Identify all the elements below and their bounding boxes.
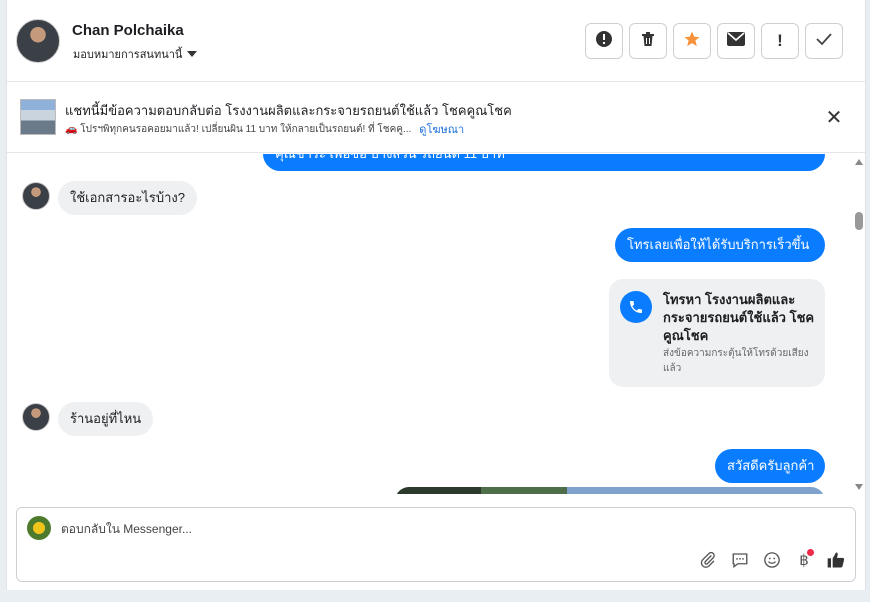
outgoing-message: โทรเลยเพื่อให้ได้รับบริการเร็วขึ้น bbox=[615, 228, 825, 262]
check-icon bbox=[816, 32, 832, 51]
exclamation-icon: ! bbox=[777, 31, 783, 50]
mail-icon bbox=[727, 31, 745, 51]
mark-done-button[interactable] bbox=[805, 23, 843, 59]
follow-up-button[interactable]: ! bbox=[761, 23, 799, 59]
thumbs-up-icon[interactable] bbox=[825, 549, 847, 571]
scroll-up-arrow-icon[interactable] bbox=[855, 159, 863, 165]
delete-button[interactable] bbox=[629, 23, 667, 59]
incoming-message: ร้านอยู่ที่ไหน bbox=[58, 402, 154, 436]
composer-tools: ฿ bbox=[697, 549, 847, 571]
outgoing-photo-partial[interactable] bbox=[395, 487, 825, 494]
scroll-down-arrow-icon[interactable] bbox=[855, 484, 863, 490]
sender-avatar bbox=[22, 182, 50, 210]
saved-replies-icon[interactable] bbox=[729, 549, 751, 571]
reply-composer: ฿ bbox=[16, 507, 856, 582]
notice-subtitle: 🚗 โปรฯพิทุกคนรอคอยมาแล้ว! เปลี่ยนผิน 11 … bbox=[65, 123, 412, 135]
scrollbar-thumb[interactable] bbox=[855, 212, 863, 230]
notice-subtitle-row: 🚗 โปรฯพิทุกคนรอคอยมาแล้ว! เปลี่ยนผิน 11 … bbox=[65, 120, 464, 138]
reply-input[interactable] bbox=[61, 520, 661, 538]
assign-conversation-dropdown[interactable]: มอบหมายการสนทนานี้ bbox=[73, 45, 198, 63]
outgoing-message: สวัสดีครับลูกค้า bbox=[715, 449, 825, 483]
trash-icon bbox=[640, 31, 656, 52]
ad-reply-notice: แชทนี้มีข้อความตอบกลับต่อ โรงงานผลิตและก… bbox=[7, 83, 865, 153]
star-icon bbox=[683, 30, 701, 53]
incoming-message: ใช้เอกสารอะไรบ้าง? bbox=[58, 181, 197, 215]
header-actions: ! bbox=[585, 23, 843, 59]
emoji-icon[interactable] bbox=[761, 549, 783, 571]
page-avatar[interactable] bbox=[27, 516, 51, 540]
star-button[interactable] bbox=[673, 23, 711, 59]
close-icon[interactable]: ✕ bbox=[823, 107, 845, 129]
conversation-panel: Chan Polchaika มอบหมายการสนทนานี้ ! แชทน… bbox=[6, 0, 866, 590]
view-ad-link[interactable]: ดูโฆษณา bbox=[419, 120, 464, 138]
phone-icon bbox=[620, 291, 652, 323]
payment-baht-icon[interactable]: ฿ bbox=[793, 549, 815, 571]
mark-unread-button[interactable] bbox=[717, 23, 755, 59]
call-cta-card[interactable]: โทรหา โรงงานผลิตและกระจายรถยนต์ใช้แล้ว โ… bbox=[609, 279, 825, 387]
thread-scrollbar[interactable] bbox=[852, 154, 865, 494]
ad-thumbnail bbox=[20, 99, 56, 135]
call-card-title: โทรหา โรงงานผลิตและกระจายรถยนต์ใช้แล้ว โ… bbox=[663, 292, 815, 343]
chevron-down-icon bbox=[187, 51, 198, 57]
message-thread[interactable]: คุณชำระ เพื่อซื้อ บางส่วน รถยนต์ 11 บาท … bbox=[7, 154, 852, 494]
assign-label: มอบหมายการสนทนานี้ bbox=[73, 49, 183, 61]
contact-avatar[interactable] bbox=[16, 19, 60, 63]
notice-title: แชทนี้มีข้อความตอบกลับต่อ โรงงานผลิตและก… bbox=[65, 103, 512, 118]
alert-circle-icon bbox=[595, 30, 613, 53]
conversation-header: Chan Polchaika มอบหมายการสนทนานี้ ! bbox=[7, 0, 865, 82]
outgoing-message-partial: คุณชำระ เพื่อซื้อ บางส่วน รถยนต์ 11 บาท bbox=[263, 154, 825, 171]
sender-avatar bbox=[22, 403, 50, 431]
contact-name[interactable]: Chan Polchaika bbox=[72, 22, 184, 39]
notification-dot bbox=[807, 549, 814, 556]
attachment-icon[interactable] bbox=[697, 549, 719, 571]
call-card-subtitle: ส่งข้อความกระตุ้นให้โทรด้วยเสียงแล้ว bbox=[663, 348, 809, 374]
mark-spam-button[interactable] bbox=[585, 23, 623, 59]
